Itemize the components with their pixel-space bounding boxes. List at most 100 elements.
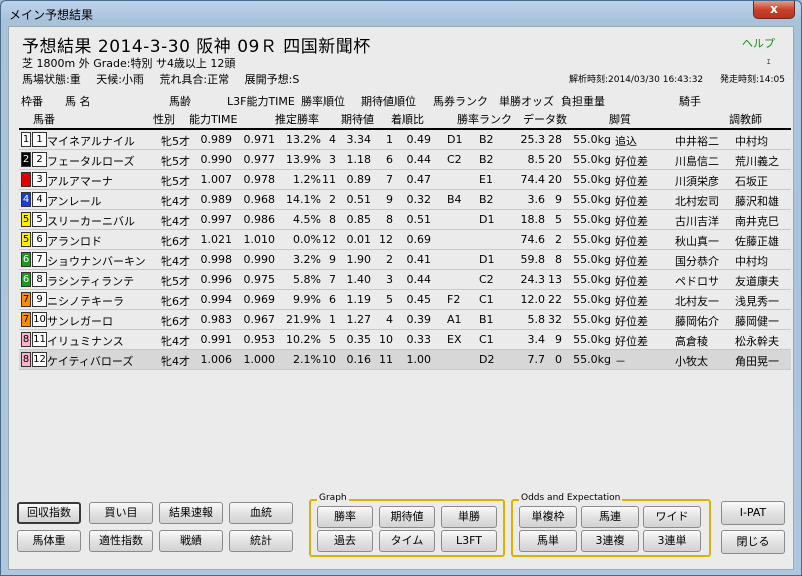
cell-time: 1.021 xyxy=(200,233,233,246)
cell-trainer: 中村均 xyxy=(735,135,768,148)
col-l3f[interactable]: L3F能力TIME xyxy=(227,93,295,109)
cell-odds: 7.7 xyxy=(527,353,546,366)
table-row[interactable]: 3 アルアマーナ 牝 5才 1.007 0.978 1.2% 11 0.89 7 0.47 E1 74.… xyxy=(19,170,791,190)
col-est-rate[interactable]: 推定勝率 xyxy=(275,111,319,127)
col-umaban[interactable]: 馬番 xyxy=(33,111,55,127)
waku-badge: 8 xyxy=(21,352,31,367)
cell-l3f-time: 0.953 xyxy=(243,333,276,346)
roughness: 荒れ具合:正常 xyxy=(159,73,230,86)
col-odds[interactable]: 単勝オッズ xyxy=(499,93,554,109)
col-name[interactable]: 馬 名 xyxy=(65,93,91,109)
cell-trainer: 中村均 xyxy=(735,255,768,268)
cell-exp-rank: 10 xyxy=(379,333,393,346)
cell-jockey: 北村宏司 xyxy=(675,195,719,208)
tekisei-button[interactable]: 適性指数 xyxy=(89,530,153,552)
waku-badge: 5 xyxy=(21,232,31,247)
cell-sex: 牝 xyxy=(161,195,172,208)
col-kyaku[interactable]: 脚質 xyxy=(609,111,631,127)
tansho-button[interactable]: 単勝 xyxy=(441,506,497,528)
close-button[interactable]: 閉じる xyxy=(721,530,785,554)
table-row[interactable]: 5 6 アランロド牝 6才 1.021 1.010 0.0% 12 0.01 12 0.69 74.6… xyxy=(19,230,791,250)
cell-win-rate: 10.2% xyxy=(286,333,321,346)
table-row[interactable]: 1 1 マイネアルナイル牝 5才 0.989 0.971 13.2% 4 3.34 1 0.49 D1… xyxy=(19,130,791,150)
cell-horse-name: イリュミナンス xyxy=(47,335,124,348)
l3ft-button[interactable]: L3FT xyxy=(441,530,497,552)
cell-horse-name: ケイティバローズ xyxy=(47,355,134,368)
sanrenpuku-button[interactable]: 3連複 xyxy=(581,530,639,552)
col-win-class[interactable]: 勝率ランク xyxy=(457,111,512,127)
table-row[interactable]: 7 9 ニシノテキーラ 牝 6才 0.994 0.969 9.9% 6 1.19 5 0.45 F2 C1… xyxy=(19,290,791,310)
cell-age: 5才 xyxy=(172,135,190,148)
col-win-rank[interactable]: 勝率順位 xyxy=(301,93,345,109)
table-row[interactable]: 8 12 ケイティバローズ牝 4才 1.006 1.000 2.1% 10 0.16 11 1.00… xyxy=(19,350,791,370)
cell-win-rate: 3.2% xyxy=(293,253,321,266)
cell-kyaku: 好位差 xyxy=(615,155,648,168)
col-exp[interactable]: 期待値 xyxy=(341,111,374,127)
cell-sex: 牝 xyxy=(161,355,172,368)
ipat-button[interactable]: I-PAT xyxy=(721,501,785,525)
cell-win-rate: 1.2% xyxy=(293,173,321,186)
cell-win-rank: 1 xyxy=(329,313,336,326)
kako-button[interactable]: 過去 xyxy=(317,530,373,552)
shoritsu-button[interactable]: 勝率 xyxy=(317,506,373,528)
kaime-button[interactable]: 買い目 xyxy=(89,502,153,524)
cell-l3f-time: 0.975 xyxy=(243,273,276,286)
cell-expectation: 0.51 xyxy=(346,193,372,206)
cell-age: 5才 xyxy=(172,175,190,188)
col-trainer[interactable]: 調教師 xyxy=(729,111,762,127)
col-jockey[interactable]: 騎手 xyxy=(679,93,701,109)
cell-kyaku: 好位差 xyxy=(615,315,648,328)
cell-time: 0.997 xyxy=(200,213,233,226)
pace-prediction: 展開予想:S xyxy=(244,73,300,86)
wide-button[interactable]: ワイド xyxy=(643,506,701,528)
senseki-button[interactable]: 戦績 xyxy=(159,530,223,552)
window-close-button[interactable]: x xyxy=(753,1,795,19)
cell-trainer: 藤岡健一 xyxy=(735,315,779,328)
col-exp-rank[interactable]: 期待値順位 xyxy=(361,93,416,109)
cell-win-class: C1 xyxy=(479,333,494,346)
fukusho-button[interactable]: 単複枠 xyxy=(519,506,577,528)
cell-expectation: 0.01 xyxy=(346,233,372,246)
cell-sex: 牝 xyxy=(161,155,172,168)
col-weight[interactable]: 負担重量 xyxy=(561,93,605,109)
umaren-button[interactable]: 馬連 xyxy=(581,506,639,528)
table-row[interactable]: 5 5 スリーカーニバル牝 4才 0.997 0.986 4.5% 8 0.85 8 0.51 D1 1… xyxy=(19,210,791,230)
cell-jockey: 小牧太 xyxy=(675,355,708,368)
table-row[interactable]: 6 8 ラシンティランテ 牝 5才 0.996 0.975 5.8% 7 1.40 3 0.44 C2 2… xyxy=(19,270,791,290)
sanrentan-button[interactable]: 3連単 xyxy=(643,530,701,552)
table-row[interactable]: 2 2 フェータルローズ牝 5才 0.990 0.977 13.9% 3 1.18 6 0.44 C2… xyxy=(19,150,791,170)
umatan-button[interactable]: 馬単 xyxy=(519,530,577,552)
waku-badge xyxy=(21,172,31,187)
ketto-button[interactable]: 血統 xyxy=(229,502,293,524)
col-time[interactable]: 能力TIME xyxy=(189,111,237,127)
cell-horse-name: スリーカーニバル xyxy=(47,215,135,228)
table-row[interactable]: 7 10 サンレガーロ 牝 6才 0.983 0.967 21.9% 1 1.27 4 0.39 A1 B… xyxy=(19,310,791,330)
col-data-count[interactable]: データ数 xyxy=(523,111,567,127)
time-button[interactable]: タイム xyxy=(379,530,435,552)
col-waku[interactable]: 枠番 xyxy=(21,93,43,109)
cell-exp-rank: 1 xyxy=(386,133,393,146)
col-sex[interactable]: 性別 xyxy=(153,111,175,127)
kitaichi-button[interactable]: 期待値 xyxy=(379,506,435,528)
table-row[interactable]: 8 11 イリュミナンス 牝 4才 0.991 0.953 10.2% 5 0.35 10 0.33 E… xyxy=(19,330,791,350)
cell-weight: 55.0kg xyxy=(573,333,611,346)
cell-win-rate: 5.8% xyxy=(293,273,321,286)
cell-time: 0.983 xyxy=(200,313,233,326)
kaishu-button[interactable]: 回収指数 xyxy=(17,502,81,524)
umaban-badge: 6 xyxy=(32,232,47,247)
cell-data-count: 9 xyxy=(555,193,562,206)
tokei-button[interactable]: 統計 xyxy=(229,530,293,552)
col-chaku[interactable]: 着順比 xyxy=(391,111,424,127)
cell-chaku-ratio: 0.47 xyxy=(406,173,432,186)
help-link[interactable]: ヘルプ xyxy=(742,35,775,51)
col-baken-rank[interactable]: 馬券ランク xyxy=(433,93,488,109)
cell-l3f-time: 1.000 xyxy=(243,353,276,366)
cell-jockey: 北村友一 xyxy=(675,295,719,308)
table-row[interactable]: 4 4 アンレール牝 4才 0.989 0.968 14.1% 2 0.51 9 0.32 B4 B2 3… xyxy=(19,190,791,210)
cell-time: 0.989 xyxy=(200,193,233,206)
col-age[interactable]: 馬齢 xyxy=(169,93,191,109)
table-row[interactable]: 6 7 ショウナンバーキン 牝 4才 0.998 0.990 3.2% 9 1.90 2 0.41 D1… xyxy=(19,250,791,270)
cell-data-count: 32 xyxy=(548,313,562,326)
kekka-button[interactable]: 結果速報 xyxy=(159,502,223,524)
bataiju-button[interactable]: 馬体重 xyxy=(17,530,81,552)
